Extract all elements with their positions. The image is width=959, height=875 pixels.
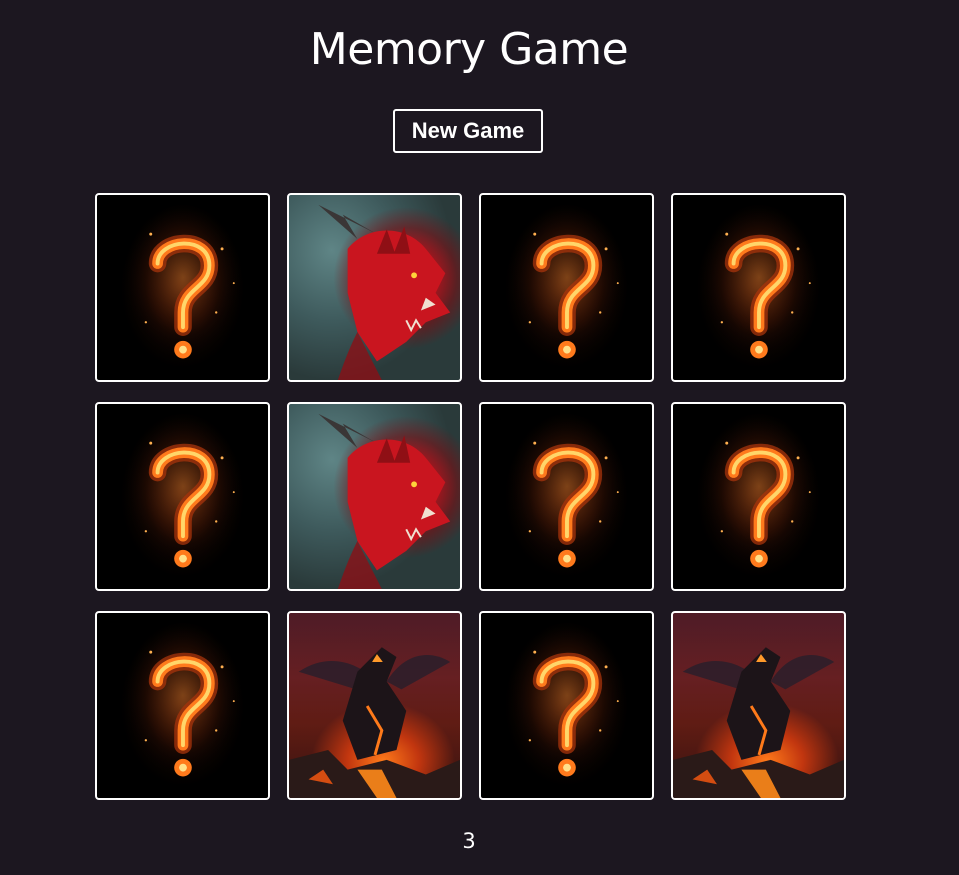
fire-question-mark-icon (122, 413, 244, 575)
red-dragon-image (318, 413, 451, 589)
lava-dragon-image (673, 647, 844, 798)
card-grid (95, 193, 846, 800)
new-game-button[interactable]: New Game (393, 109, 543, 153)
page-title: Memory Game (309, 24, 629, 75)
fire-question-mark-icon (122, 622, 244, 784)
lava-dragon-image (289, 647, 460, 798)
card-face-down[interactable] (95, 193, 270, 382)
card-red-dragon[interactable] (287, 402, 462, 591)
fire-question-mark-icon (506, 622, 628, 784)
red-dragon-image (318, 204, 451, 380)
card-lava-dragon[interactable] (287, 611, 462, 800)
fire-question-mark-icon (506, 413, 628, 575)
move-counter: 3 (462, 829, 476, 853)
memory-game-page: Memory Game New Game 3 (0, 0, 959, 875)
card-face-down[interactable] (479, 611, 654, 800)
card-face-down[interactable] (671, 193, 846, 382)
fire-question-mark-icon (698, 413, 820, 575)
fire-question-mark-icon (698, 204, 820, 366)
card-face-down[interactable] (95, 611, 270, 800)
card-lava-dragon[interactable] (671, 611, 846, 800)
fire-question-mark-icon (122, 204, 244, 366)
card-face-down[interactable] (479, 193, 654, 382)
card-face-down[interactable] (671, 402, 846, 591)
card-red-dragon[interactable] (287, 193, 462, 382)
fire-question-mark-icon (506, 204, 628, 366)
card-face-down[interactable] (95, 402, 270, 591)
card-face-down[interactable] (479, 402, 654, 591)
